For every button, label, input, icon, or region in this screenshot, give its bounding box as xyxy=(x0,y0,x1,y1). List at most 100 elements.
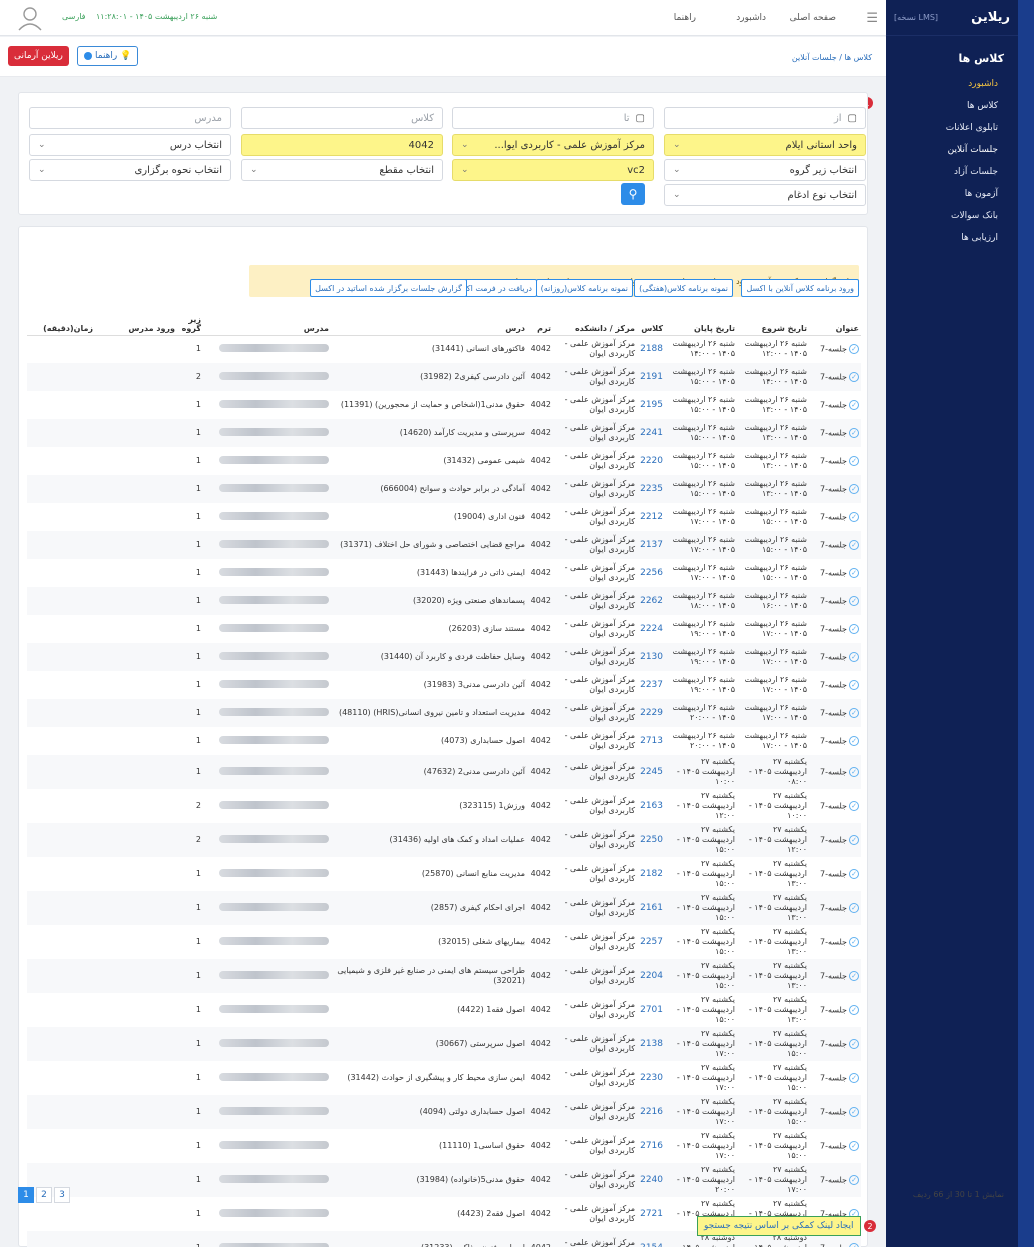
date-from-input[interactable]: ▢ از xyxy=(664,107,866,129)
row-title[interactable]: ✓جلسه-7 xyxy=(809,857,861,891)
class-link[interactable]: 2224 xyxy=(640,624,663,634)
weekly-sample-button[interactable]: نمونه برنامه کلاس(هفتگی) xyxy=(634,279,733,297)
class-link[interactable]: 2161 xyxy=(640,903,663,913)
row-class[interactable]: 2250 xyxy=(637,823,665,857)
create-help-link-button[interactable]: ایجاد لینک کمکی بر اساس نتیجه جستجو xyxy=(697,1216,861,1236)
column-header[interactable]: تاریخ شروع xyxy=(737,311,809,336)
row-class[interactable]: 2235 xyxy=(637,475,665,503)
sidebar-item-announcements[interactable]: تابلوی اعلانات xyxy=(886,117,1018,139)
method-select[interactable]: انتخاب نحوه برگزاری ⌄ xyxy=(29,159,231,181)
row-title[interactable]: ✓جلسه-7 xyxy=(809,419,861,447)
row-title[interactable]: ✓جلسه-7 xyxy=(809,559,861,587)
table-row[interactable]: ✓جلسه-7 یکشنبه ۲۷ اردیبهشت ۱۴۰۵ - ۱۳:۰۰ یک… xyxy=(27,857,861,891)
sidebar-item-exams[interactable]: آزمون ها xyxy=(886,183,1018,205)
row-title[interactable]: ✓جلسه-7 xyxy=(809,755,861,789)
sidebar-item-question-bank[interactable]: بانک سوالات xyxy=(886,205,1018,227)
class-link[interactable]: 2240 xyxy=(640,1175,663,1185)
class-link[interactable]: 2130 xyxy=(640,652,663,662)
class-link[interactable]: 2245 xyxy=(640,767,663,777)
nav-dashboard[interactable]: داشبورد xyxy=(736,13,766,23)
row-title[interactable]: ✓جلسه-7 xyxy=(809,335,861,363)
table-row[interactable]: ✓جلسه-7 شنبه ۲۶ اردیبهشت ۱۴۰۵ - ۱۲:۰۰ شنبه… xyxy=(27,335,861,363)
row-title[interactable]: ✓جلسه-7 xyxy=(809,475,861,503)
row-class[interactable]: 2237 xyxy=(637,671,665,699)
class-link[interactable]: 2195 xyxy=(640,400,663,410)
row-class[interactable]: 2163 xyxy=(637,789,665,823)
class-link[interactable]: 2229 xyxy=(640,708,663,718)
class-link[interactable]: 2191 xyxy=(640,372,663,382)
table-row[interactable]: ✓جلسه-7 یکشنبه ۲۷ اردیبهشت ۱۴۰۵ - ۱۳:۰۰ یک… xyxy=(27,993,861,1027)
table-row[interactable]: ✓جلسه-7 شنبه ۲۶ اردیبهشت ۱۴۰۵ - ۱۷:۰۰ شنبه… xyxy=(27,671,861,699)
row-title[interactable]: ✓جلسه-7 xyxy=(809,993,861,1027)
table-row[interactable]: ✓جلسه-7 شنبه ۲۶ اردیبهشت ۱۴۰۵ - ۱۳:۰۰ شنبه… xyxy=(27,419,861,447)
class-link[interactable]: 2216 xyxy=(640,1107,663,1117)
column-header[interactable]: ترم xyxy=(527,311,553,336)
teacher-input[interactable]: مدرس xyxy=(29,107,231,129)
class-link[interactable]: 2235 xyxy=(640,484,663,494)
brand-logo[interactable]: ریلاین xyxy=(971,10,1010,25)
class-link[interactable]: 2713 xyxy=(640,736,663,746)
column-header[interactable]: مرکز / دانشکده xyxy=(553,311,637,336)
table-row[interactable]: ✓جلسه-7 یکشنبه ۲۷ اردیبهشت ۱۴۰۵ - ۱۰:۰۰ یک… xyxy=(27,789,861,823)
column-header[interactable]: تاریخ پایان xyxy=(665,311,737,336)
table-row[interactable]: ✓جلسه-7 شنبه ۲۶ اردیبهشت ۱۴۰۵ - ۱۷:۰۰ شنبه… xyxy=(27,699,861,727)
sidebar-item-dashboard[interactable]: داشبورد xyxy=(886,73,1018,95)
row-title[interactable]: ✓جلسه-7 xyxy=(809,643,861,671)
table-row[interactable]: ✓جلسه-7 شنبه ۲۶ اردیبهشت ۱۴۰۵ - ۱۷:۰۰ شنبه… xyxy=(27,615,861,643)
table-row[interactable]: ✓جلسه-7 شنبه ۲۶ اردیبهشت ۱۴۰۵ - ۱۷:۰۰ شنبه… xyxy=(27,727,861,755)
sidebar-item-classes[interactable]: کلاس ها xyxy=(886,95,1018,117)
center-select[interactable]: مرکز آموزش علمی - کاربردی ایوا... ⌄ xyxy=(452,134,654,156)
table-row[interactable]: ✓جلسه-7 یکشنبه ۲۷ اردیبهشت ۱۴۰۵ - ۱۵:۰۰ یک… xyxy=(27,1095,861,1129)
row-title[interactable]: ✓جلسه-7 xyxy=(809,1061,861,1095)
row-title[interactable]: ✓جلسه-7 xyxy=(809,891,861,925)
column-header[interactable]: زیر گروه xyxy=(177,311,203,336)
table-row[interactable]: ✓جلسه-7 یکشنبه ۲۷ اردیبهشت ۱۴۰۵ - ۱۳:۰۰ یک… xyxy=(27,959,861,993)
class-link[interactable]: 2237 xyxy=(640,680,663,690)
class-link[interactable]: 2230 xyxy=(640,1073,663,1083)
sidebar-item-evaluations[interactable]: ارزیابی ها xyxy=(886,227,1018,249)
row-title[interactable]: ✓جلسه-7 xyxy=(809,531,861,559)
row-class[interactable]: 2212 xyxy=(637,503,665,531)
guide-button[interactable]: 💡 راهنما xyxy=(77,46,139,66)
column-header[interactable]: زمان(دقیقه) xyxy=(27,311,95,336)
row-title[interactable]: ✓جلسه-7 xyxy=(809,615,861,643)
class-link[interactable]: 2154 xyxy=(640,1243,663,1247)
row-title[interactable]: ✓جلسه-7 xyxy=(809,1163,861,1197)
table-row[interactable]: ✓جلسه-7 شنبه ۲۶ اردیبهشت ۱۴۰۵ - ۱۳:۰۰ شنبه… xyxy=(27,391,861,419)
breadcrumb[interactable]: کلاس ها / جلسات آنلاین xyxy=(792,53,872,62)
sidebar-item-online-sessions[interactable]: جلسات آنلاین xyxy=(886,139,1018,161)
date-to-input[interactable]: ▢ تا xyxy=(452,107,654,129)
grade-select[interactable]: انتخاب مقطع ⌄ xyxy=(241,159,443,181)
row-class[interactable]: 2256 xyxy=(637,559,665,587)
row-class[interactable]: 2701 xyxy=(637,993,665,1027)
daily-sample-button[interactable]: نمونه برنامه کلاس(روزانه) xyxy=(535,279,633,297)
row-title[interactable]: ✓جلسه-7 xyxy=(809,1027,861,1061)
class-link[interactable]: 2256 xyxy=(640,568,663,578)
class-input[interactable]: کلاس xyxy=(241,107,443,129)
nav-home[interactable]: صفحه اصلی xyxy=(790,13,836,23)
user-avatar-icon[interactable] xyxy=(16,5,44,31)
row-class[interactable]: 2220 xyxy=(637,447,665,475)
row-class[interactable]: 2721 xyxy=(637,1197,665,1231)
row-class[interactable]: 2191 xyxy=(637,363,665,391)
row-class[interactable]: 2216 xyxy=(637,1095,665,1129)
row-class[interactable]: 2257 xyxy=(637,925,665,959)
table-row[interactable]: ✓جلسه-7 شنبه ۲۶ اردیبهشت ۱۴۰۵ - ۱۴:۰۰ شنبه… xyxy=(27,363,861,391)
row-class[interactable]: 2224 xyxy=(637,615,665,643)
table-row[interactable]: ✓جلسه-7 شنبه ۲۶ اردیبهشت ۱۴۰۵ - ۱۵:۰۰ شنبه… xyxy=(27,531,861,559)
table-row[interactable]: ✓جلسه-7 شنبه ۲۶ اردیبهشت ۱۴۰۵ - ۱۳:۰۰ شنبه… xyxy=(27,447,861,475)
subgroup-select[interactable]: انتخاب زیر گروه ⌄ xyxy=(664,159,866,181)
row-title[interactable]: ✓جلسه-7 xyxy=(809,699,861,727)
class-link[interactable]: 2138 xyxy=(640,1039,663,1049)
class-link[interactable]: 2721 xyxy=(640,1209,663,1219)
table-row[interactable]: ✓جلسه-7 شنبه ۲۶ اردیبهشت ۱۴۰۵ - ۱۵:۰۰ شنبه… xyxy=(27,503,861,531)
row-class[interactable]: 2138 xyxy=(637,1027,665,1061)
language-switch[interactable]: فارسی xyxy=(62,12,86,21)
class-link[interactable]: 2220 xyxy=(640,456,663,466)
row-class[interactable]: 2713 xyxy=(637,727,665,755)
row-class[interactable]: 2716 xyxy=(637,1129,665,1163)
row-title[interactable]: ✓جلسه-7 xyxy=(809,789,861,823)
row-class[interactable]: 2262 xyxy=(637,587,665,615)
row-title[interactable]: ✓جلسه-7 xyxy=(809,823,861,857)
search-button[interactable]: ⚲ xyxy=(621,183,645,205)
